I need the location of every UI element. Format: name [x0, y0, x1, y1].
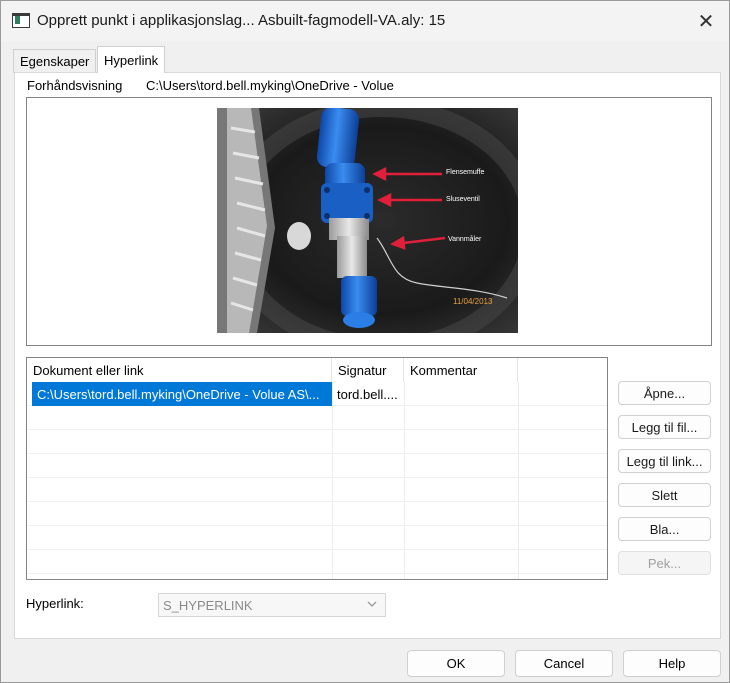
photo-date-stamp: 11/04/2013 — [453, 297, 493, 306]
open-button[interactable]: Åpne... — [618, 381, 711, 405]
tab-label: Hyperlink — [104, 52, 159, 68]
table-row-empty — [27, 478, 607, 502]
browse-button[interactable]: Bla... — [618, 517, 711, 541]
cancel-button[interactable]: Cancel — [515, 650, 613, 677]
tab-label: Egenskaper — [20, 54, 90, 69]
title-bar[interactable]: Opprett punkt i applikasjonslag... Asbui… — [1, 1, 729, 41]
table-row-empty — [27, 550, 607, 574]
document-list[interactable]: Dokument eller link Signatur Kommentar C… — [26, 357, 608, 580]
delete-button[interactable]: Slett — [618, 483, 711, 507]
hyperlink-select[interactable]: S_HYPERLINK — [158, 593, 386, 617]
tab-egenskaper[interactable]: Egenskaper — [13, 49, 97, 73]
table-row-empty — [27, 430, 607, 454]
annotation-flensemuffe: Flensemuffe — [446, 169, 484, 176]
annotation-vannmaler: Vannmåler — [448, 235, 482, 243]
column-comment[interactable]: Kommentar — [404, 358, 518, 382]
annotation-sluseventil: Sluseventil — [446, 196, 480, 203]
column-signature[interactable]: Signatur — [332, 358, 404, 382]
table-row-empty — [27, 454, 607, 478]
cell-document: C:\Users\tord.bell.myking\OneDrive - Vol… — [32, 382, 332, 406]
ok-button[interactable]: OK — [407, 650, 505, 677]
preview-image: Flensemuffe Sluseventil Vannmåler 11/04/… — [217, 108, 518, 333]
table-row[interactable]: C:\Users\tord.bell.myking\OneDrive - Vol… — [27, 382, 607, 406]
help-button[interactable]: Help — [623, 650, 721, 677]
point-button[interactable]: Pek... — [618, 551, 711, 575]
chevron-down-icon — [367, 601, 377, 607]
close-icon: ✕ — [697, 10, 715, 33]
add-file-button[interactable]: Legg til fil... — [618, 415, 711, 439]
list-header: Dokument eller link Signatur Kommentar — [27, 358, 607, 382]
window-title: Opprett punkt i applikasjonslag... Asbui… — [37, 12, 446, 29]
close-button[interactable]: ✕ — [689, 5, 723, 37]
dialog-window: Opprett punkt i applikasjonslag... Asbui… — [0, 0, 730, 683]
table-row-empty — [27, 526, 607, 550]
preview-path: C:\Users\tord.bell.myking\OneDrive - Vol… — [146, 78, 394, 93]
window-icon — [12, 13, 30, 28]
table-row-empty — [27, 406, 607, 430]
hyperlink-label: Hyperlink: — [26, 596, 84, 611]
preview-label: Forhåndsvisning — [27, 78, 123, 93]
add-link-button[interactable]: Legg til link... — [618, 449, 711, 473]
hyperlink-select-value: S_HYPERLINK — [163, 597, 253, 613]
table-row-empty — [27, 502, 607, 526]
cell-signature: tord.bell.... — [337, 386, 398, 402]
cell-comment — [404, 382, 518, 406]
tab-hyperlink[interactable]: Hyperlink — [97, 46, 166, 73]
column-document[interactable]: Dokument eller link — [27, 358, 332, 382]
